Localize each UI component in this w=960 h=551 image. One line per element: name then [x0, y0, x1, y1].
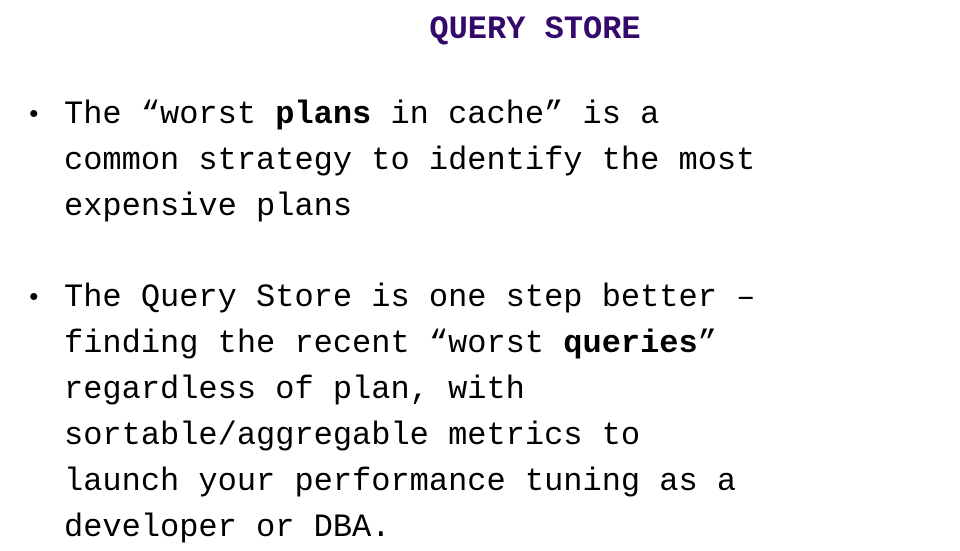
text-segment: in cache” is a — [371, 96, 660, 133]
bold-term-plans: plans — [275, 96, 372, 133]
bullet-1-line-3: expensive plans — [64, 184, 944, 230]
text-segment: The “worst — [64, 96, 276, 133]
bullet-2-line-2: finding the recent “worst queries” — [64, 321, 944, 367]
text-segment: regardless of plan, with — [64, 371, 525, 408]
bullet-2: The Query Store is one step better – fin… — [64, 275, 944, 551]
text-segment: common strategy to identify the most — [64, 142, 756, 179]
text-segment: launch your performance tuning as a — [64, 463, 737, 500]
text-segment: sortable/aggregable metrics to — [64, 417, 641, 454]
bullet-1: The “worst plans in cache” is a common s… — [64, 92, 944, 230]
text-segment: finding the recent “worst — [64, 325, 564, 362]
bold-term-queries: queries — [563, 325, 698, 362]
text-segment: ” — [697, 325, 717, 362]
text-segment: The Query Store is one step better – — [64, 279, 756, 316]
slide-title: QUERY STORE — [429, 11, 641, 48]
text-segment: expensive plans — [64, 188, 353, 225]
text-segment: developer or DBA. — [64, 509, 391, 546]
bullet-2-line-6: developer or DBA. — [64, 505, 944, 551]
bullet-2-line-1: The Query Store is one step better – — [64, 275, 944, 321]
bullet-dot-icon: • — [26, 100, 42, 130]
bullet-1-line-2: common strategy to identify the most — [64, 138, 944, 184]
bullet-2-line-4: sortable/aggregable metrics to — [64, 413, 944, 459]
bullet-2-line-5: launch your performance tuning as a — [64, 459, 944, 505]
bullet-1-line-1: The “worst plans in cache” is a — [64, 92, 944, 138]
bullet-2-line-3: regardless of plan, with — [64, 367, 944, 413]
bullet-dot-icon: • — [26, 283, 42, 313]
